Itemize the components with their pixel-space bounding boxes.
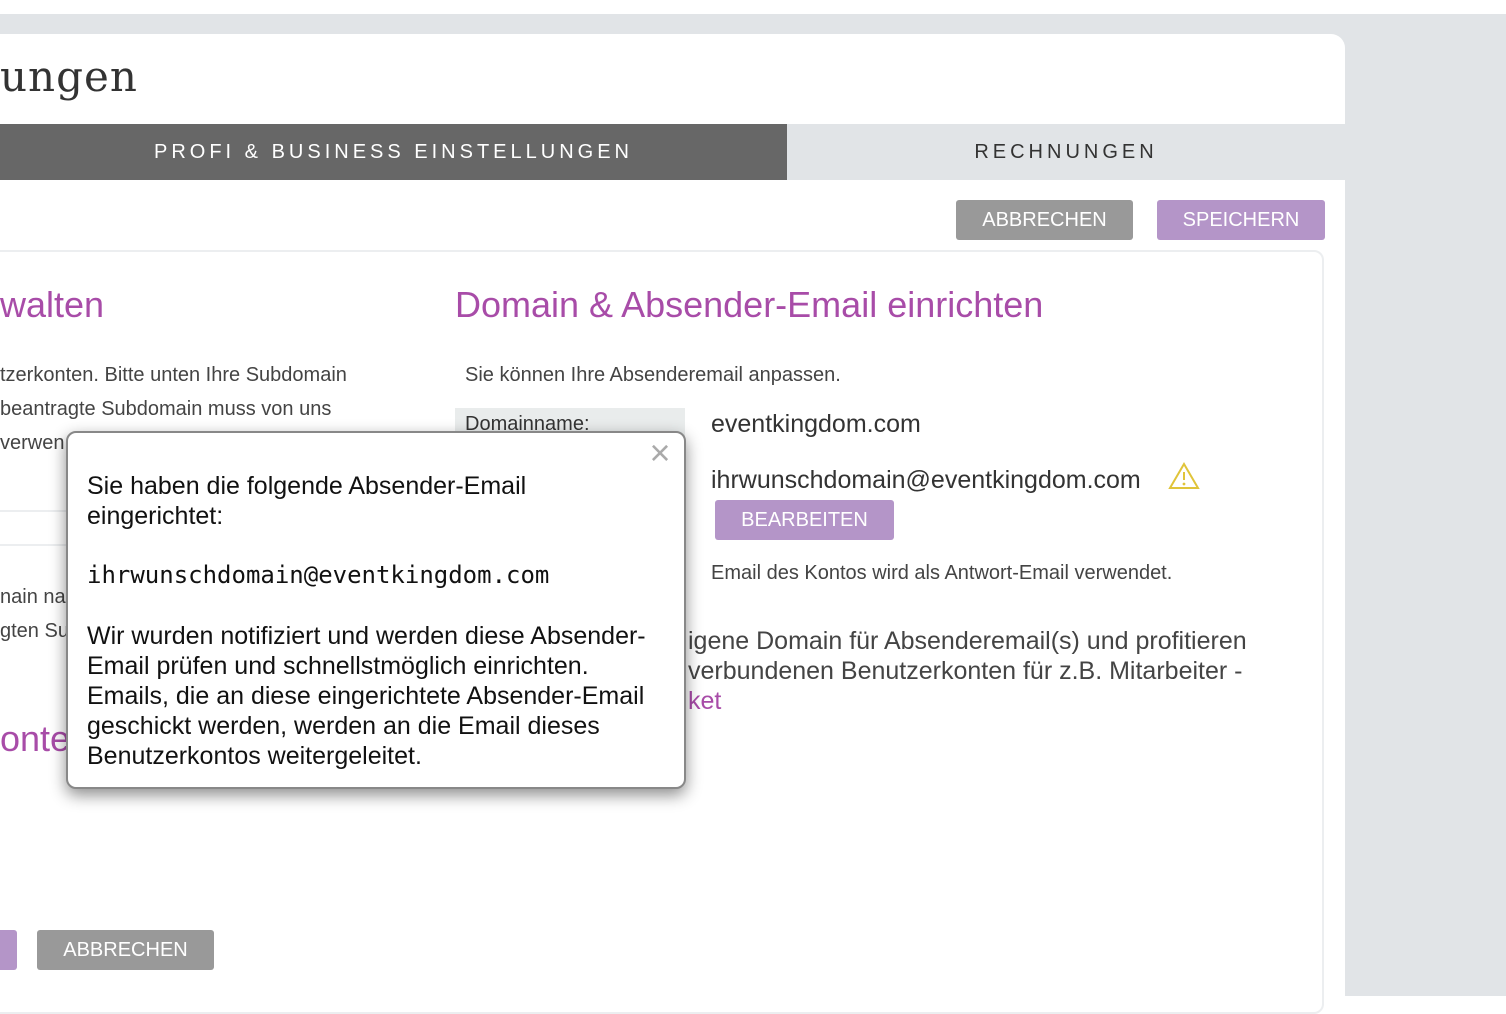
subdomain-heading: walten xyxy=(0,284,105,325)
close-icon[interactable]: × xyxy=(644,435,676,471)
domain-intro-text: Sie können Ihre Absenderemail anpassen. xyxy=(465,364,841,386)
top-strip xyxy=(0,0,1506,14)
subdomain-text-line-4: nain na xyxy=(0,586,66,608)
tab-invoices[interactable]: RECHNUNGEN xyxy=(787,124,1345,180)
subdomain-text-line-1: tzerkonten. Bitte unten Ihre Subdomain xyxy=(0,364,347,386)
left-cancel-button[interactable]: ABBRECHEN xyxy=(37,930,214,970)
promo-text-line-2: verbundenen Benutzerkonten für z.B. Mita… xyxy=(688,657,1243,685)
promo-link[interactable]: ket xyxy=(688,687,721,716)
promo-text-line-1: igene Domain für Absenderemail(s) und pr… xyxy=(688,627,1247,655)
sender-email-popup: × Sie haben die folgende Absender-Email … xyxy=(66,431,686,789)
domain-heading: Domain & Absender-Email einrichten xyxy=(455,284,1044,325)
cancel-button[interactable]: ABBRECHEN xyxy=(956,200,1133,240)
subdomain-text-line-3: verwen xyxy=(0,432,65,454)
left-save-button[interactable] xyxy=(0,930,17,970)
popup-email: ihrwunschdomain@eventkingdom.com xyxy=(87,561,550,589)
domain-name-value: eventkingdom.com xyxy=(711,410,921,438)
sender-email-value: ihrwunschdomain@eventkingdom.com xyxy=(711,466,1141,494)
reply-email-note: Email des Kontos wird als Antwort-Email … xyxy=(711,562,1173,584)
popup-body-text: Wir wurden notifiziert und werden diese … xyxy=(87,622,646,770)
tab-profi-business-settings[interactable]: PROFI & BUSINESS EINSTELLUNGEN xyxy=(0,124,787,180)
subdomain-text-line-5: gten Su xyxy=(0,620,69,642)
save-button[interactable]: SPEICHERN xyxy=(1157,200,1325,240)
page-title: ungen xyxy=(0,52,138,101)
edit-sender-email-button[interactable]: BEARBEITEN xyxy=(715,500,894,540)
warning-icon xyxy=(1168,462,1200,489)
popup-intro-text: Sie haben die folgende Absender-Email ei… xyxy=(87,472,527,530)
subdomain-text-line-2: beantragte Subdomain muss von uns xyxy=(0,398,332,420)
tab-bar: PROFI & BUSINESS EINSTELLUNGEN RECHNUNGE… xyxy=(0,124,1345,180)
